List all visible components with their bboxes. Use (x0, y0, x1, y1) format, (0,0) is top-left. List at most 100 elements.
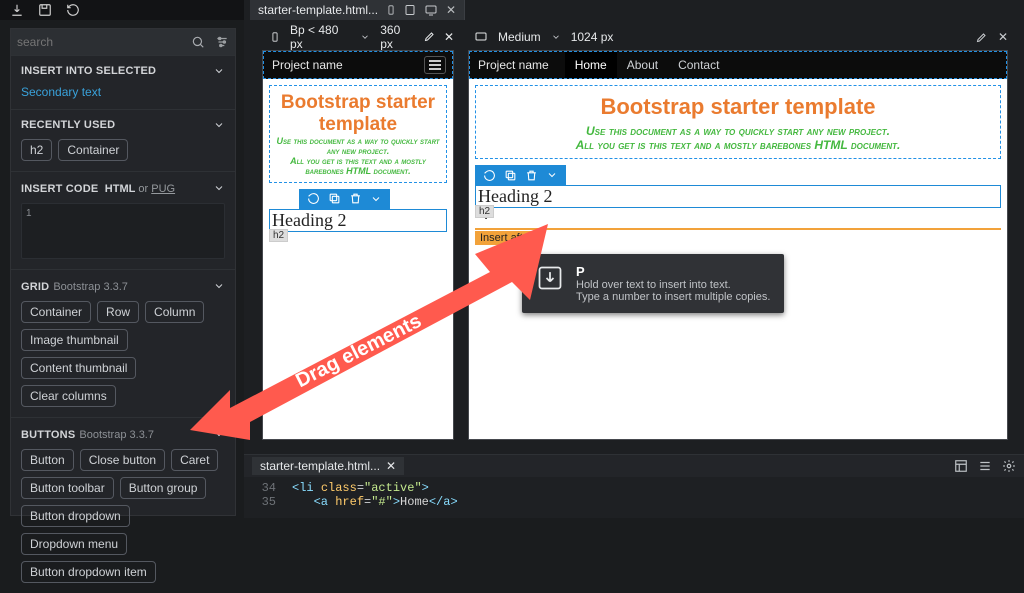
chevron-down-icon[interactable] (213, 428, 225, 440)
trash-icon[interactable] (349, 192, 362, 205)
secondary-text-link[interactable]: Secondary text (21, 85, 101, 99)
selected-element[interactable]: Heading 2 h2 ✛ (475, 165, 1001, 222)
edit-icon[interactable] (424, 30, 436, 44)
refresh-icon[interactable] (307, 192, 320, 205)
close-icon[interactable]: ✕ (444, 30, 454, 44)
search-row (11, 29, 235, 55)
container-outline: Bootstrap starter template Use this docu… (269, 85, 447, 183)
chip-btn-dropdown-item[interactable]: Button dropdown item (21, 561, 156, 583)
chip-container[interactable]: Container (58, 139, 128, 161)
buttons-title: BUTTONS (21, 429, 75, 441)
chip-caret[interactable]: Caret (171, 449, 218, 471)
chip-container[interactable]: Container (21, 301, 91, 323)
bs-navbar: Project name (263, 51, 453, 79)
file-tab[interactable]: starter-template.html... ✕ (250, 0, 465, 20)
nav-brand[interactable]: Project name (478, 58, 549, 72)
duplicate-icon[interactable] (504, 169, 517, 182)
close-icon[interactable]: ✕ (998, 30, 1008, 44)
chip-h2[interactable]: h2 (21, 139, 52, 161)
chip-row[interactable]: Row (97, 301, 139, 323)
section-recent: RECENTLY USED h2 Container (11, 109, 235, 171)
bs-navbar: Project name Home About Contact (469, 51, 1007, 79)
code-editor[interactable]: 1 (21, 203, 225, 259)
chevron-down-icon[interactable] (213, 119, 225, 131)
chip-close-button[interactable]: Close button (80, 449, 165, 471)
device-width: 1024 px (571, 30, 614, 44)
page-title[interactable]: Bootstrap starter template (276, 92, 440, 136)
tooltip-tag: P (576, 264, 770, 279)
close-icon[interactable]: ✕ (386, 459, 396, 473)
search-icon[interactable] (191, 35, 205, 49)
nav-contact[interactable]: Contact (668, 52, 729, 78)
duplicate-icon[interactable] (328, 192, 341, 205)
chip-content-thumb[interactable]: Content thumbnail (21, 357, 136, 379)
page-title[interactable]: Bootstrap starter template (482, 94, 994, 120)
breakpoint-label[interactable]: Medium (498, 30, 541, 44)
preview-mobile[interactable]: Project name Bootstrap starter template … (262, 50, 454, 440)
chip-btn-dropdown[interactable]: Button dropdown (21, 505, 130, 527)
lead-text-1[interactable]: Use this document as a way to quickly st… (482, 124, 994, 138)
chevron-down-icon[interactable] (546, 169, 558, 181)
layout-icon[interactable] (954, 459, 968, 473)
chevron-down-icon[interactable] (213, 65, 225, 77)
drag-tooltip: P Hold over text to insert into text. Ty… (522, 254, 784, 313)
container-outline: Bootstrap starter template Use this docu… (475, 85, 1001, 159)
device-tools: ✕ (976, 26, 1008, 48)
chip-btn-group[interactable]: Button group (120, 477, 207, 499)
lead-text-2[interactable]: All you get is this text and a mostly ba… (276, 156, 440, 176)
nav-about[interactable]: About (617, 52, 668, 78)
save-icon[interactable] (38, 3, 52, 17)
insert-cursor-icon: ✛ (481, 208, 1001, 222)
insert-into-title: INSERT INTO SELECTED (21, 65, 156, 77)
chevron-down-icon[interactable] (370, 193, 382, 205)
chip-dropdown-menu[interactable]: Dropdown menu (21, 533, 127, 555)
import-icon[interactable] (10, 3, 24, 17)
tooltip-line1: Hold over text to insert into text. (576, 279, 770, 291)
insert-panel: INSERT INTO SELECTED Secondary text RECE… (10, 28, 236, 516)
section-insert-code: INSERT CODE HTML or PUG 1 (11, 171, 235, 269)
buttons-sub: Bootstrap 3.3.7 (79, 429, 154, 441)
chip-column[interactable]: Column (145, 301, 204, 323)
code-area[interactable]: 34<li class="active"> 35 <a href="#">Hom… (244, 477, 1024, 513)
chevron-down-icon[interactable] (360, 32, 370, 42)
gear-icon[interactable] (1002, 459, 1016, 473)
grid-sub: Bootstrap 3.3.7 (53, 281, 128, 293)
section-buttons: BUTTONS Bootstrap 3.3.7 Button Close butt… (11, 417, 235, 593)
mobile-icon (386, 4, 396, 16)
settings-icon[interactable] (215, 35, 229, 49)
selection-toolbar (475, 165, 566, 185)
nav-brand[interactable]: Project name (272, 58, 343, 72)
code-tab[interactable]: starter-template.html... ✕ (252, 457, 404, 475)
nav-home[interactable]: Home (565, 52, 617, 78)
tag-badge: h2 (475, 205, 494, 218)
chip-button[interactable]: Button (21, 449, 74, 471)
chip-img-thumb[interactable]: Image thumbnail (21, 329, 128, 351)
chevron-down-icon[interactable] (213, 280, 225, 292)
file-tabs: starter-template.html... ✕ (250, 0, 465, 20)
trash-icon[interactable] (525, 169, 538, 182)
h2-element[interactable]: Heading 2 (269, 209, 447, 232)
insert-after-chip: Insert after (475, 231, 538, 245)
selected-element[interactable]: Heading 2 h2 (269, 189, 447, 232)
edit-icon[interactable] (976, 31, 988, 43)
undo-icon[interactable] (66, 3, 80, 17)
line-number: 1 (26, 208, 32, 219)
lead-text-1[interactable]: Use this document as a way to quickly st… (276, 136, 440, 156)
code-panel-tools (954, 459, 1016, 473)
lead-text-2[interactable]: All you get is this text and a mostly ba… (482, 138, 994, 152)
preview-medium[interactable]: Project name Home About Contact Bootstra… (468, 50, 1008, 440)
canvas-area: starter-template.html... ✕ Bp < 480 px 3… (244, 0, 1024, 518)
breakpoint-label[interactable]: Bp < 480 px (290, 23, 350, 51)
refresh-icon[interactable] (483, 169, 496, 182)
chip-btn-toolbar[interactable]: Button toolbar (21, 477, 114, 499)
chevron-down-icon[interactable] (551, 32, 561, 42)
close-icon[interactable]: ✕ (446, 3, 456, 17)
search-input[interactable] (17, 35, 185, 49)
recent-title: RECENTLY USED (21, 119, 115, 131)
insert-code-title: INSERT CODE HTML or PUG (21, 181, 175, 195)
h2-element[interactable]: Heading 2 (475, 185, 1001, 208)
list-icon[interactable] (978, 459, 992, 473)
hamburger-icon[interactable] (424, 56, 446, 74)
chevron-down-icon[interactable] (213, 182, 225, 194)
chip-clear-cols[interactable]: Clear columns (21, 385, 116, 407)
